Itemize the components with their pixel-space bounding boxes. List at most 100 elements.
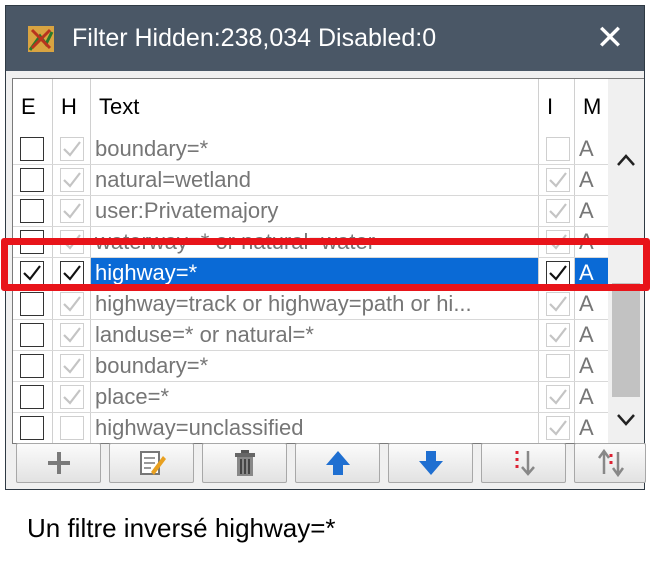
enabled-checkbox[interactable] bbox=[20, 137, 44, 161]
enabled-cell bbox=[13, 227, 53, 257]
caption-text: Un filtre inversé highway=* bbox=[27, 513, 336, 543]
filter-text-cell[interactable]: highway=track or highway=path or hi... bbox=[91, 289, 539, 319]
inverted-checkbox[interactable] bbox=[546, 416, 570, 440]
hidden-checkbox[interactable] bbox=[60, 354, 84, 378]
chevron-down-icon bbox=[617, 414, 635, 426]
hidden-cell bbox=[53, 320, 91, 350]
inverted-checkbox[interactable] bbox=[546, 292, 570, 316]
filter-text-cell[interactable]: user:Privatemajory bbox=[91, 196, 539, 226]
hidden-cell bbox=[53, 165, 91, 195]
table-row[interactable]: highway=unclassified A bbox=[13, 413, 613, 443]
table-header: E H Text I M bbox=[13, 79, 613, 135]
enabled-cell bbox=[13, 382, 53, 412]
filter-text-cell[interactable]: highway=unclassified bbox=[91, 413, 539, 443]
inverted-checkbox[interactable] bbox=[546, 168, 570, 192]
table-row[interactable]: boundary=* A bbox=[13, 351, 613, 382]
reverse-order-button[interactable] bbox=[574, 443, 646, 483]
table-row[interactable]: natural=wetland A bbox=[13, 165, 613, 196]
enabled-cell bbox=[13, 165, 53, 195]
hidden-cell bbox=[53, 382, 91, 412]
column-header-hidden[interactable]: H bbox=[53, 79, 91, 134]
scroll-up-button[interactable] bbox=[608, 145, 644, 175]
filter-window: Filter Hidden:238,034 Disabled:0 ✕ E H T… bbox=[5, 5, 646, 490]
inverted-cell bbox=[539, 227, 575, 257]
hidden-cell bbox=[53, 351, 91, 381]
delete-filter-button[interactable] bbox=[202, 443, 287, 483]
enabled-checkbox[interactable] bbox=[20, 385, 44, 409]
hidden-checkbox[interactable] bbox=[60, 416, 84, 440]
table-row[interactable]: place=* A bbox=[13, 382, 613, 413]
hidden-checkbox[interactable] bbox=[60, 261, 84, 285]
column-header-text[interactable]: Text bbox=[91, 79, 539, 134]
arrow-down-icon bbox=[419, 451, 443, 475]
inverted-cell bbox=[539, 289, 575, 319]
table-row[interactable]: user:Privatemajory A bbox=[13, 196, 613, 227]
table-row[interactable]: highway=track or highway=path or hi... A bbox=[13, 289, 613, 320]
trash-icon bbox=[235, 450, 255, 476]
inverted-cell bbox=[539, 165, 575, 195]
enabled-checkbox[interactable] bbox=[20, 261, 44, 285]
inverted-checkbox[interactable] bbox=[546, 354, 570, 378]
hidden-checkbox[interactable] bbox=[60, 168, 84, 192]
move-up-button[interactable] bbox=[295, 443, 380, 483]
inverted-cell bbox=[539, 258, 575, 288]
inverted-checkbox[interactable] bbox=[546, 385, 570, 409]
enabled-cell bbox=[13, 134, 53, 164]
filter-text-cell[interactable]: boundary=* bbox=[91, 351, 539, 381]
hidden-checkbox[interactable] bbox=[60, 385, 84, 409]
enabled-checkbox[interactable] bbox=[20, 199, 44, 223]
hidden-checkbox[interactable] bbox=[60, 199, 84, 223]
arrow-up-icon bbox=[326, 451, 350, 475]
filter-text-cell[interactable]: waterway=* or natural=water bbox=[91, 227, 539, 257]
inverted-cell bbox=[539, 382, 575, 412]
filter-text-cell[interactable]: highway=* bbox=[91, 258, 539, 288]
enabled-checkbox[interactable] bbox=[20, 230, 44, 254]
table-row[interactable]: highway=* A bbox=[13, 258, 613, 289]
column-header-enabled[interactable]: E bbox=[13, 79, 53, 134]
enabled-checkbox[interactable] bbox=[20, 416, 44, 440]
filter-text-cell[interactable]: landuse=* or natural=* bbox=[91, 320, 539, 350]
hidden-checkbox[interactable] bbox=[60, 230, 84, 254]
hidden-checkbox[interactable] bbox=[60, 137, 84, 161]
move-down-button[interactable] bbox=[388, 443, 473, 483]
scrollbar-thumb[interactable] bbox=[612, 283, 640, 397]
inverted-checkbox[interactable] bbox=[546, 323, 570, 347]
inverted-cell bbox=[539, 320, 575, 350]
enabled-checkbox[interactable] bbox=[20, 292, 44, 316]
enabled-cell bbox=[13, 320, 53, 350]
title-bar[interactable]: Filter Hidden:238,034 Disabled:0 ✕ bbox=[6, 6, 644, 71]
inverted-checkbox[interactable] bbox=[546, 199, 570, 223]
table-row[interactable]: boundary=* A bbox=[13, 134, 613, 165]
filter-text-cell[interactable]: boundary=* bbox=[91, 134, 539, 164]
table-row[interactable]: landuse=* or natural=* A bbox=[13, 320, 613, 351]
enabled-cell bbox=[13, 413, 53, 443]
hidden-checkbox[interactable] bbox=[60, 323, 84, 347]
vertical-scrollbar[interactable] bbox=[608, 78, 644, 444]
table-row[interactable]: waterway=* or natural=water A bbox=[13, 227, 613, 258]
hidden-cell bbox=[53, 258, 91, 288]
hidden-cell bbox=[53, 227, 91, 257]
filter-text-cell[interactable]: place=* bbox=[91, 382, 539, 412]
add-filter-button[interactable] bbox=[16, 443, 101, 483]
enabled-checkbox[interactable] bbox=[20, 354, 44, 378]
hidden-cell bbox=[53, 289, 91, 319]
close-button[interactable]: ✕ bbox=[592, 20, 628, 56]
toolbar bbox=[16, 443, 646, 485]
column-header-inverted[interactable]: I bbox=[539, 79, 575, 134]
edit-filter-button[interactable] bbox=[109, 443, 194, 483]
inverted-checkbox[interactable] bbox=[546, 261, 570, 285]
inverted-checkbox[interactable] bbox=[546, 137, 570, 161]
hidden-cell bbox=[53, 196, 91, 226]
move-selection-down-button[interactable] bbox=[481, 443, 566, 483]
enabled-checkbox[interactable] bbox=[20, 323, 44, 347]
chevron-up-icon bbox=[617, 154, 635, 166]
inverted-checkbox[interactable] bbox=[546, 230, 570, 254]
scroll-down-button[interactable] bbox=[608, 405, 644, 435]
enabled-cell bbox=[13, 196, 53, 226]
enabled-cell bbox=[13, 258, 53, 288]
hidden-checkbox[interactable] bbox=[60, 292, 84, 316]
filter-text-cell[interactable]: natural=wetland bbox=[91, 165, 539, 195]
enabled-checkbox[interactable] bbox=[20, 168, 44, 192]
window-title: Filter Hidden:238,034 Disabled:0 bbox=[72, 24, 437, 52]
enabled-cell bbox=[13, 351, 53, 381]
